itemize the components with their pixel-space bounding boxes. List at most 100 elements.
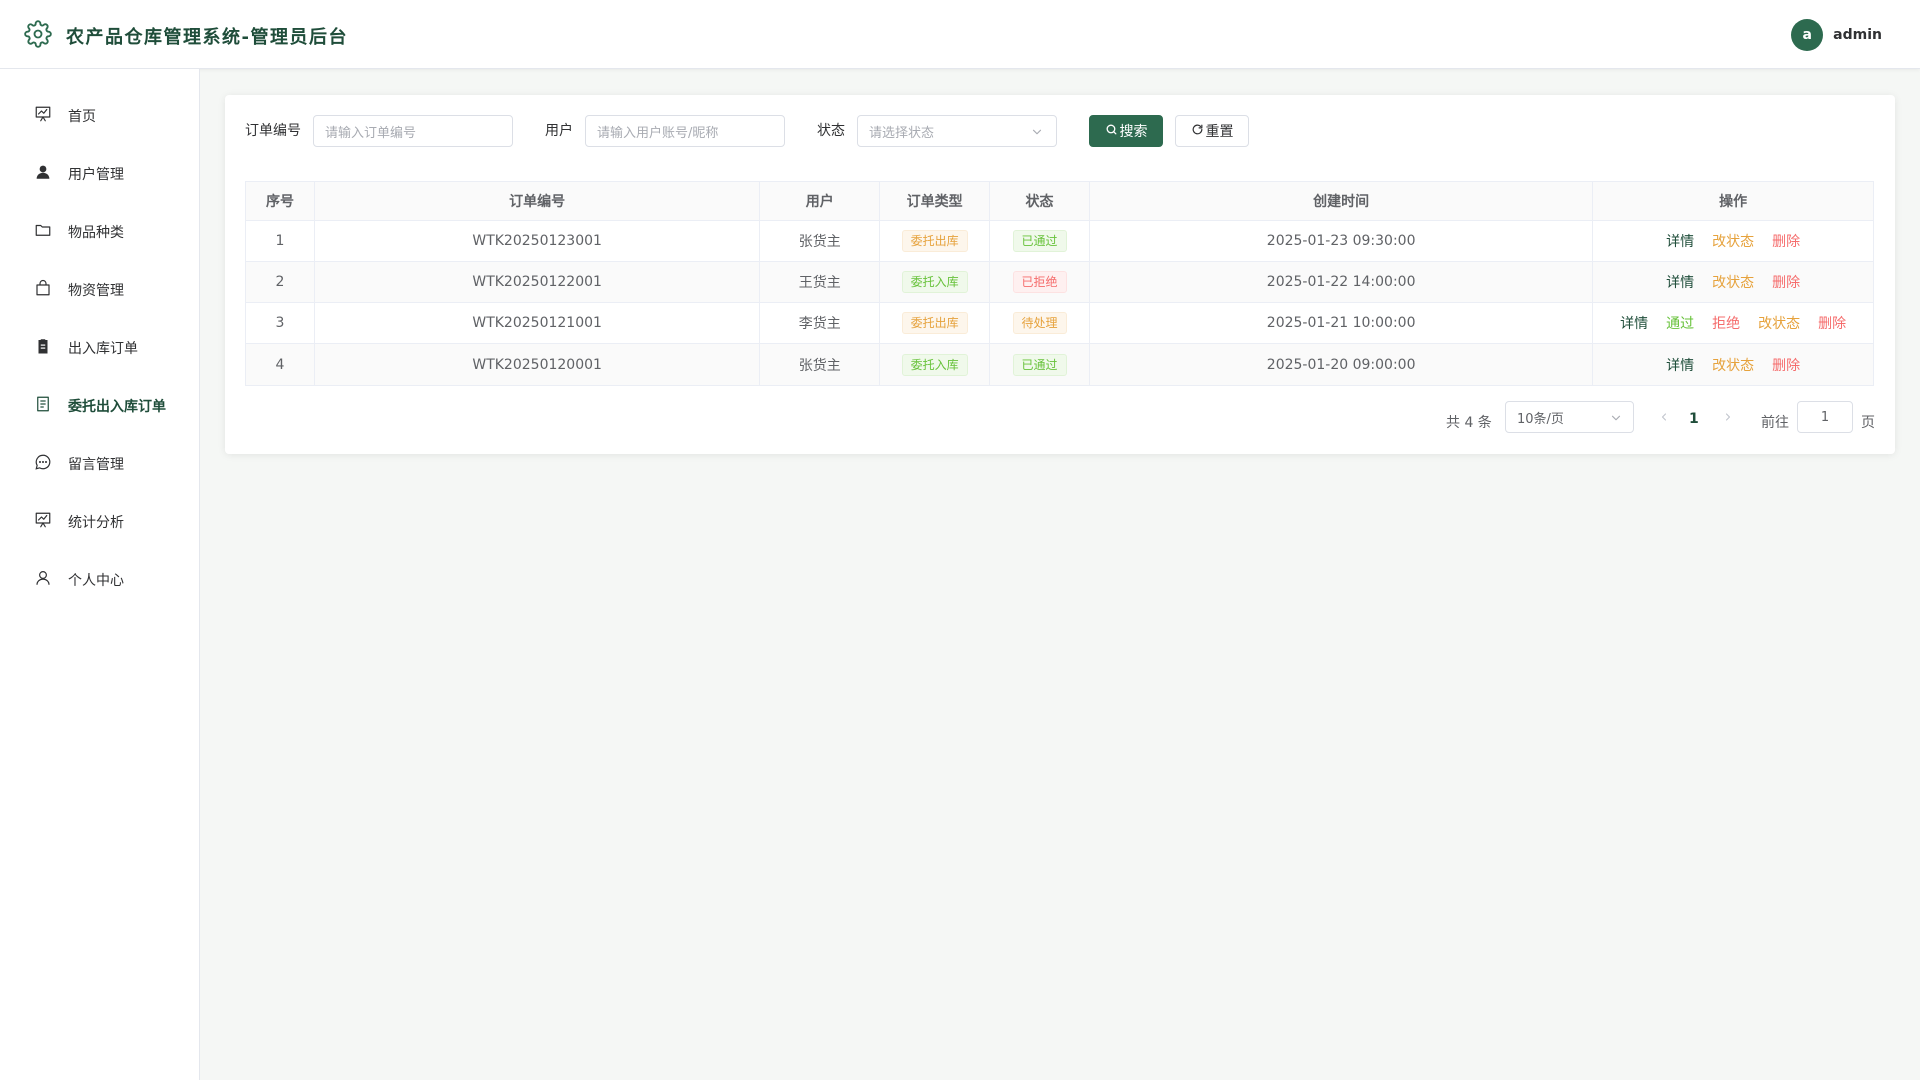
page-size-select[interactable]: 10条/页	[1505, 401, 1634, 433]
change-status-link[interactable]: 改状态	[1712, 272, 1754, 292]
status-placeholder: 请选择状态	[869, 125, 935, 141]
delete-link[interactable]: 删除	[1772, 272, 1800, 292]
sidebar-item-label: 个人中心	[68, 573, 124, 589]
cell-index: 1	[246, 221, 315, 261]
sidebar-item-user-management[interactable]: 用户管理	[0, 152, 199, 196]
sidebar-item-profile[interactable]: 个人中心	[0, 558, 199, 602]
document-icon	[34, 395, 52, 417]
sidebar-item-label: 物品种类	[68, 225, 124, 241]
page-number-current[interactable]: 1	[1689, 411, 1699, 427]
sidebar-item-messages[interactable]: 留言管理	[0, 442, 199, 486]
chevron-right-icon	[1725, 413, 1731, 421]
table-row: 4 WTK20250120001 张货主 委托入库 已通过 2025-01-20…	[246, 344, 1873, 385]
sidebar-item-label: 留言管理	[68, 457, 124, 473]
user-filled-icon	[34, 163, 52, 185]
refresh-icon	[1191, 123, 1206, 140]
username[interactable]: admin	[1833, 27, 1882, 43]
change-status-link[interactable]: 改状态	[1712, 355, 1754, 375]
status-badge: 已拒绝	[1012, 271, 1067, 293]
sidebar-item-label: 用户管理	[68, 167, 124, 183]
delete-link[interactable]: 删除	[1772, 355, 1800, 375]
cell-created: 2025-01-22 14:00:00	[1090, 262, 1594, 302]
gear-icon	[24, 20, 52, 52]
delete-link[interactable]: 删除	[1818, 313, 1846, 333]
order-type-tag: 委托入库	[901, 271, 968, 293]
delete-link[interactable]: 删除	[1772, 231, 1800, 251]
chart-board-icon	[34, 105, 52, 127]
cell-index: 3	[246, 303, 315, 343]
detail-link[interactable]: 详情	[1666, 272, 1694, 292]
status-badge: 已通过	[1012, 353, 1067, 376]
cell-actions: 详情 通过 拒绝 改状态 删除	[1593, 303, 1873, 343]
search-button[interactable]: 搜索	[1089, 115, 1163, 147]
cell-status: 待处理	[990, 303, 1090, 343]
shopping-bag-icon	[34, 279, 52, 301]
sidebar-item-entrusted-orders[interactable]: 委托出入库订单	[0, 384, 199, 428]
goto-page-input[interactable]: 1	[1797, 401, 1853, 433]
reject-link[interactable]: 拒绝	[1712, 313, 1740, 333]
clipboard-icon	[34, 337, 52, 359]
table-header-row: 序号 订单编号 用户 订单类型 状态 创建时间 操作	[246, 182, 1873, 221]
header-order-no: 订单编号	[315, 182, 761, 220]
header-index: 序号	[246, 182, 315, 220]
sidebar-item-categories[interactable]: 物品种类	[0, 210, 199, 254]
user-placeholder: 请输入用户账号/昵称	[597, 125, 719, 141]
cell-order-no: WTK20250123001	[315, 221, 761, 261]
avatar[interactable]: a	[1791, 19, 1824, 51]
header-user: 用户	[760, 182, 881, 220]
brand: 农产品仓库管理系统-管理员后台	[24, 20, 348, 52]
reset-button-label: 重置	[1205, 124, 1234, 140]
table-row: 2 WTK20250122001 王货主 委托入库 已拒绝 2025-01-22…	[246, 262, 1873, 303]
status-select[interactable]: 请选择状态	[857, 115, 1057, 147]
goto-label: 前往	[1761, 415, 1789, 431]
orders-table: 序号 订单编号 用户 订单类型 状态 创建时间 操作 1 WTK20250123…	[245, 181, 1874, 386]
change-status-link[interactable]: 改状态	[1758, 313, 1800, 333]
chevron-down-icon	[1030, 125, 1044, 139]
sidebar-item-label: 物资管理	[68, 283, 124, 299]
cell-user: 张货主	[760, 344, 881, 385]
cell-status: 已通过	[990, 221, 1090, 261]
cell-order-no: WTK20250121001	[315, 303, 761, 343]
cell-created: 2025-01-23 09:30:00	[1090, 221, 1594, 261]
cell-index: 4	[246, 344, 315, 385]
order-no-input[interactable]: 请输入订单编号	[313, 115, 513, 147]
sidebar-item-label: 统计分析	[68, 515, 124, 531]
chat-icon	[34, 453, 52, 475]
detail-link[interactable]: 详情	[1620, 313, 1648, 333]
order-type-tag: 委托出库	[901, 312, 968, 334]
order-no-placeholder: 请输入订单编号	[325, 125, 417, 141]
detail-link[interactable]: 详情	[1666, 355, 1694, 375]
chevron-left-icon	[1661, 413, 1667, 421]
sidebar-item-materials[interactable]: 物资管理	[0, 268, 199, 312]
cell-user: 李货主	[760, 303, 881, 343]
cell-order-type: 委托出库	[880, 303, 991, 343]
app-title: 农产品仓库管理系统-管理员后台	[66, 27, 348, 48]
user-icon	[34, 569, 52, 591]
header-actions: 操作	[1719, 194, 1748, 210]
prev-page-button[interactable]	[1654, 407, 1674, 427]
sidebar-item-statistics[interactable]: 统计分析	[0, 500, 199, 544]
order-type-tag: 委托出库	[901, 230, 968, 252]
table-row: 3 WTK20250121001 李货主 委托出库 待处理 2025-01-21…	[246, 303, 1873, 344]
reset-button[interactable]: 重置	[1175, 115, 1249, 147]
approve-link[interactable]: 通过	[1666, 313, 1694, 333]
header-created: 创建时间	[1090, 182, 1594, 220]
chart-board-icon	[34, 511, 52, 533]
cell-index: 2	[246, 262, 315, 302]
cell-actions: 详情 改状态 删除	[1593, 221, 1873, 261]
sidebar-item-orders[interactable]: 出入库订单	[0, 326, 199, 370]
cell-created: 2025-01-20 09:00:00	[1090, 344, 1594, 385]
detail-link[interactable]: 详情	[1666, 231, 1694, 251]
pagination-total: 共 4 条	[1446, 415, 1492, 431]
sidebar-item-label: 首页	[68, 109, 96, 125]
top-header: 农产品仓库管理系统-管理员后台 a admin	[0, 0, 1920, 69]
sidebar-item-home[interactable]: 首页	[0, 94, 199, 138]
cell-order-no: WTK20250122001	[315, 262, 761, 302]
user-input[interactable]: 请输入用户账号/昵称	[585, 115, 785, 147]
user-menu[interactable]: a admin	[1791, 19, 1882, 51]
cell-actions: 详情 改状态 删除	[1593, 344, 1873, 385]
cell-order-type: 委托入库	[880, 262, 991, 302]
header-order-type: 订单类型	[880, 182, 991, 220]
next-page-button[interactable]	[1718, 407, 1738, 427]
change-status-link[interactable]: 改状态	[1712, 231, 1754, 251]
